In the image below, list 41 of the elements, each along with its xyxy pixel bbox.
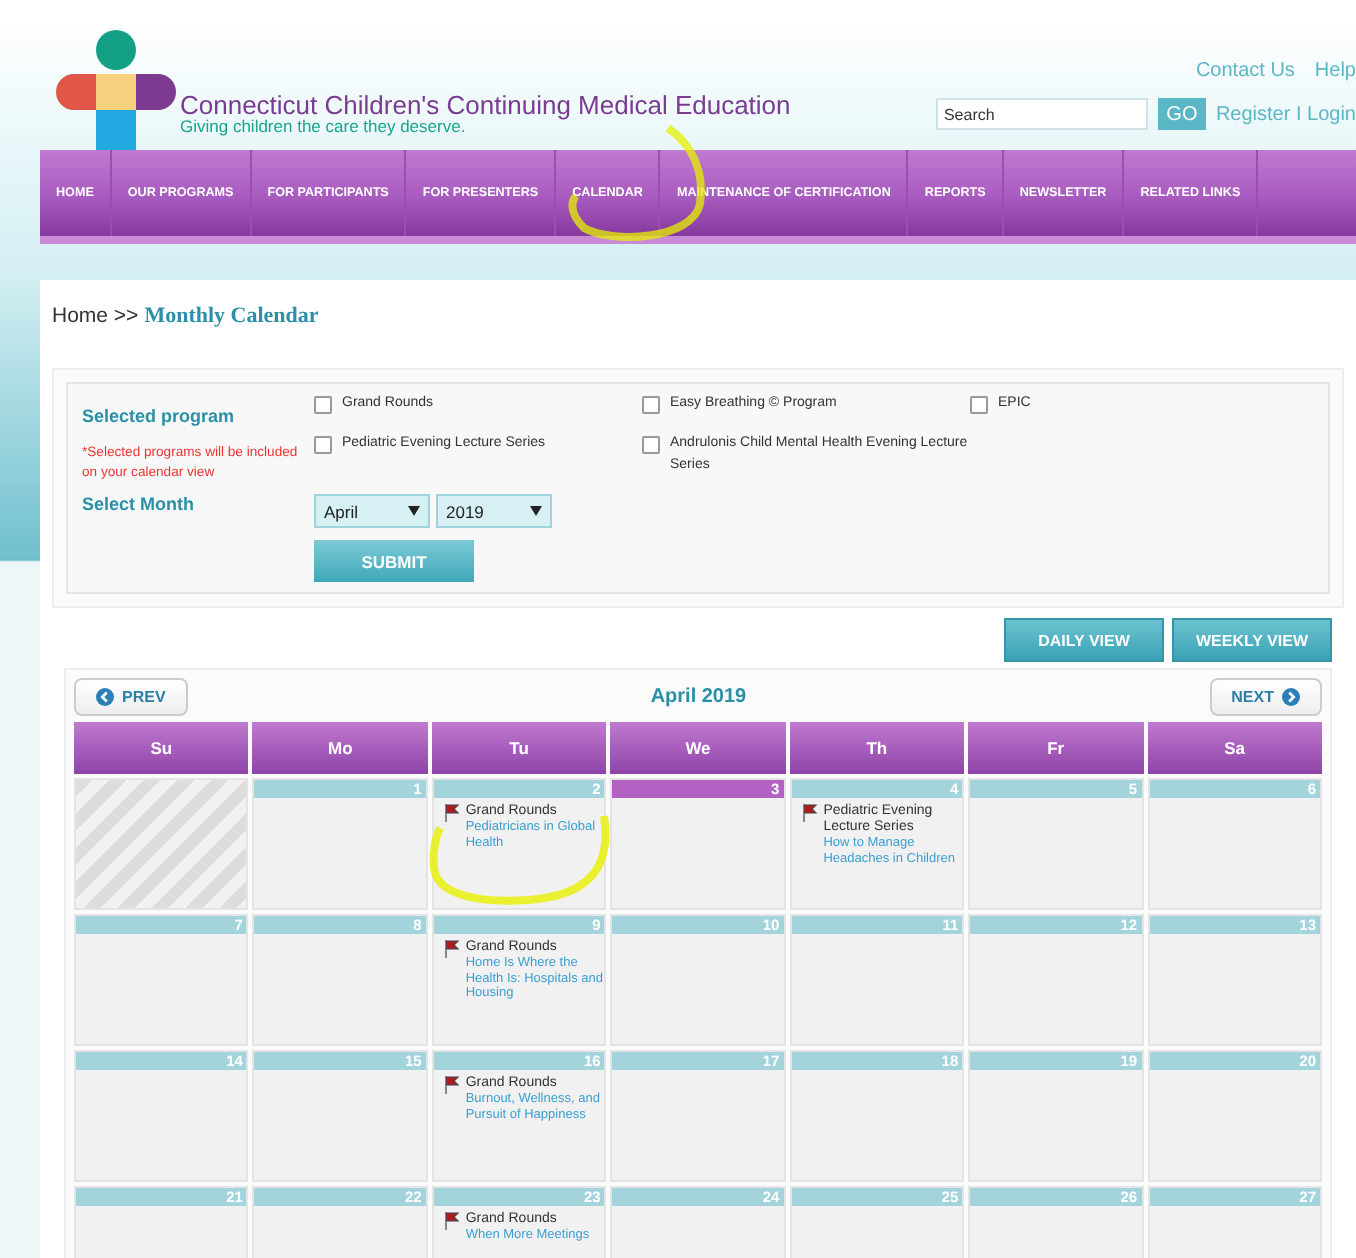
program-label: Selected program (82, 406, 235, 426)
year-dropdown[interactable]: 2019 (436, 494, 552, 528)
next-button[interactable]: NEXT (1209, 678, 1322, 716)
weekday-header: Fr (968, 722, 1144, 774)
checkbox[interactable] (970, 396, 988, 414)
flag-icon (443, 1076, 460, 1094)
flag-icon (443, 804, 460, 822)
page-heading: Monthly Calendar (144, 304, 319, 328)
weekday-header: Su (74, 722, 249, 774)
arrow-right-icon (1281, 688, 1300, 706)
register-login-link[interactable]: Register I Login (1215, 103, 1356, 125)
checkbox[interactable] (642, 435, 660, 453)
prev-button[interactable]: PREV (74, 678, 188, 716)
month-dropdown[interactable]: April (314, 494, 430, 528)
flag-icon (443, 940, 460, 958)
site-tagline: Giving children the care they deserve. (180, 118, 466, 136)
logo-icon (56, 30, 176, 150)
weekday-header: Sa (1147, 722, 1322, 774)
view-button[interactable]: WEEKLY VIEW (1172, 618, 1332, 662)
caret-icon (530, 506, 542, 516)
weekday-header: Mo (252, 722, 428, 774)
header-link[interactable]: Contact Us (1195, 60, 1295, 82)
arrow-left-icon (96, 688, 114, 706)
search-field[interactable]: Search (935, 98, 1148, 130)
weekday-header: Th (789, 722, 965, 774)
submit-button[interactable]: SUBMIT (314, 540, 474, 582)
caret-icon (408, 506, 420, 516)
weekday-header: We (610, 722, 786, 774)
checkbox[interactable] (314, 435, 332, 453)
flag-icon (801, 804, 818, 822)
breadcrumb-link[interactable]: Home >> (52, 304, 139, 328)
header-link[interactable]: Help (1314, 60, 1356, 82)
go-button[interactable]: GO (1157, 98, 1206, 130)
month-title: April 2019 (650, 686, 747, 708)
weekday-header: Tu (431, 722, 607, 774)
site-title: Connecticut Children's Continuing Medical Education (180, 92, 791, 118)
checkbox[interactable] (314, 396, 332, 414)
month-label: Select Month (82, 494, 197, 518)
checkbox[interactable] (642, 396, 660, 414)
view-button[interactable]: DAILY VIEW (1004, 618, 1164, 662)
flag-icon (443, 1212, 460, 1230)
